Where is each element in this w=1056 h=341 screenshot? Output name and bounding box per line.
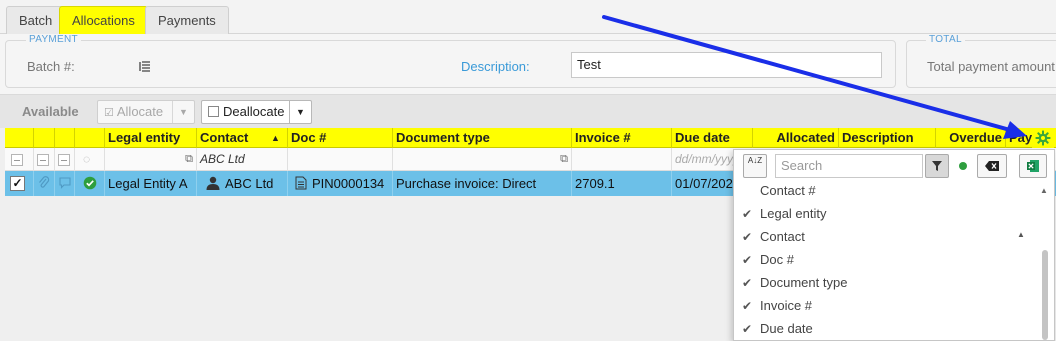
annotation-arrow-icon [602,15,1027,139]
